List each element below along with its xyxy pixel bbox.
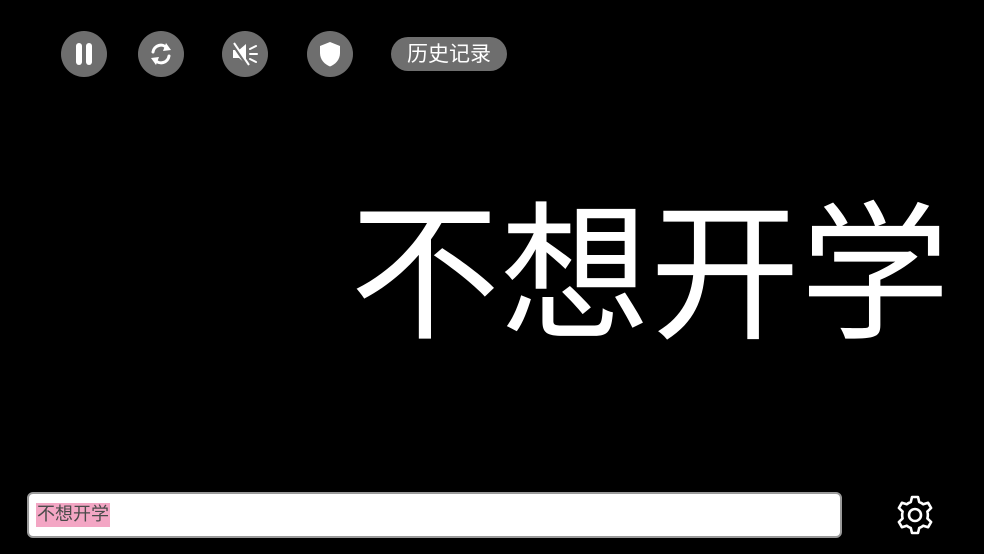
history-button[interactable]: 历史记录 xyxy=(391,37,507,71)
mute-icon xyxy=(230,40,260,68)
settings-button[interactable] xyxy=(893,493,937,537)
shield-icon xyxy=(318,40,342,68)
text-input[interactable]: 不想开学 xyxy=(27,492,842,538)
pause-button[interactable] xyxy=(61,31,107,77)
pause-icon xyxy=(73,41,95,67)
refresh-icon xyxy=(147,40,175,68)
refresh-button[interactable] xyxy=(138,31,184,77)
mute-button[interactable] xyxy=(222,31,268,77)
gear-icon xyxy=(893,493,937,537)
shield-button[interactable] xyxy=(307,31,353,77)
display-text: 不想开学 xyxy=(349,189,950,363)
input-value: 不想开学 xyxy=(36,503,110,527)
